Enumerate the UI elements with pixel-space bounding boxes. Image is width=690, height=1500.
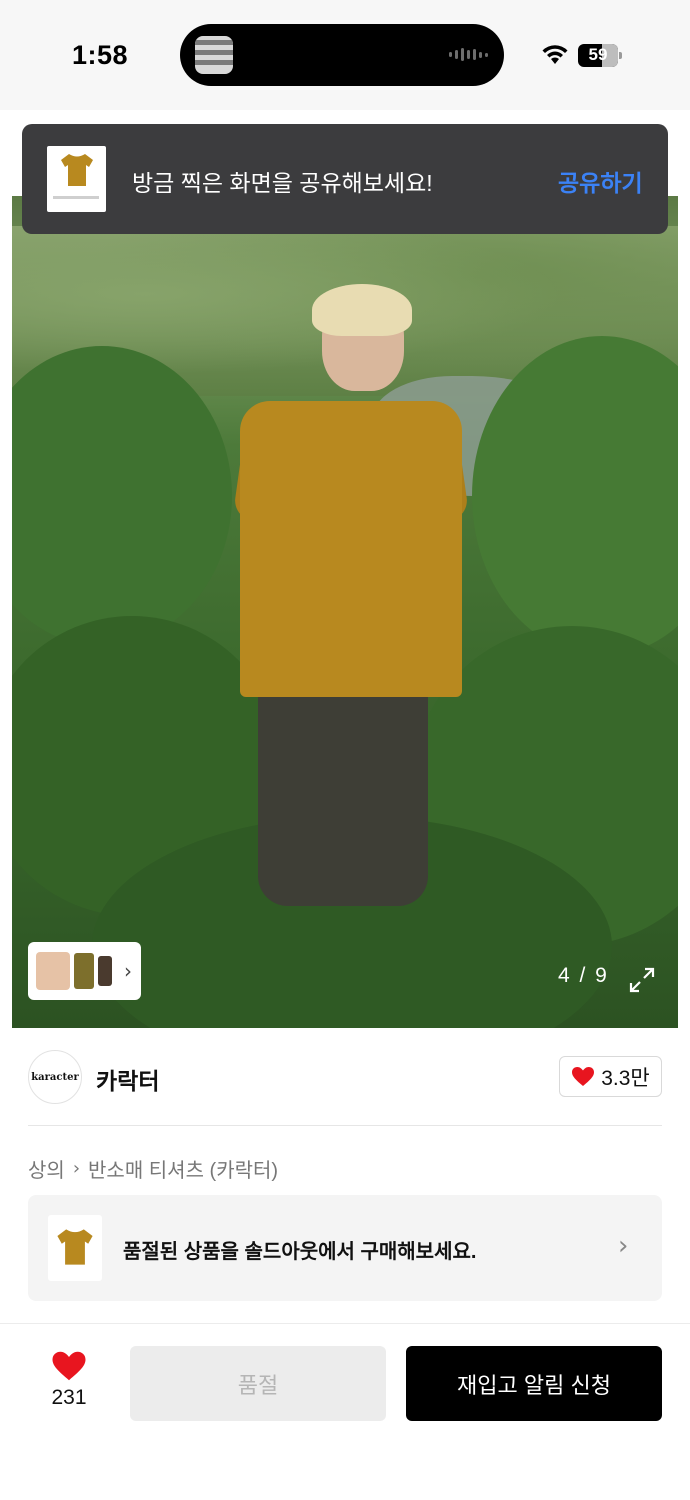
chevron-right-icon: › (72, 1158, 81, 1179)
screenshot-share-toast: 방금 찍은 화면을 공유해보세요! 공유하기 (22, 124, 668, 234)
soldout-promo-text: 품절된 상품을 솔드아웃에서 구매해보세요. (123, 1241, 477, 1263)
model-pants (258, 686, 428, 906)
toast-message: 방금 찍은 화면을 공유해보세요! (132, 170, 433, 196)
wifi-icon (542, 45, 568, 64)
wishlist-count: 231 (51, 1386, 87, 1409)
model-shirt (240, 401, 462, 697)
share-button[interactable]: 공유하기 (558, 164, 643, 198)
wishlist-button[interactable]: 231 (36, 1350, 102, 1416)
status-time: 1:58 (72, 40, 129, 70)
battery-icon: 59 (578, 44, 622, 67)
breadcrumb-subcategory[interactable]: 반소매 티셔츠 (카락터) (88, 1154, 278, 1183)
now-playing-artwork (195, 36, 233, 74)
restock-alert-button[interactable]: 재입고 알림 신청 (406, 1346, 662, 1421)
chevron-right-icon: › (618, 1231, 629, 1261)
brand-name[interactable]: 카락터 (96, 1062, 159, 1096)
brand-like-count: 3.3만 (601, 1066, 650, 1090)
brand-like-button[interactable]: 3.3만 (559, 1056, 662, 1097)
chevron-right-icon: › (124, 959, 132, 983)
expand-icon[interactable] (628, 966, 656, 994)
dynamic-island[interactable] (180, 24, 504, 86)
soldout-promo-banner[interactable]: 품절된 상품을 솔드아웃에서 구매해보세요. › (28, 1195, 662, 1301)
divider (0, 1323, 690, 1324)
image-page-counter: 4 / 9 (558, 964, 609, 987)
breadcrumb: 상의 › 반소매 티셔츠 (카락터) (28, 1154, 278, 1183)
divider (28, 1125, 662, 1126)
variant-thumb-pink (36, 952, 70, 990)
variant-thumb-olive (74, 953, 94, 989)
breadcrumb-category[interactable]: 상의 (28, 1154, 65, 1183)
product-thumbnail (48, 1215, 102, 1281)
variant-thumb-brown (98, 956, 112, 986)
brand-logo-text: karacter (31, 1071, 79, 1083)
heart-icon (572, 1067, 595, 1086)
battery-level: 59 (588, 45, 608, 64)
color-variant-thumbnails[interactable]: › (28, 942, 141, 1000)
heart-icon (52, 1351, 86, 1381)
status-bar: 1:58 59 (0, 0, 690, 110)
audio-wave-icon (449, 48, 488, 61)
product-image-gallery[interactable]: › 4 / 9 (12, 196, 678, 1028)
soldout-button[interactable]: 품절 (130, 1346, 386, 1421)
brand-logo[interactable]: karacter (28, 1050, 82, 1104)
screenshot-thumbnail[interactable] (47, 146, 106, 212)
